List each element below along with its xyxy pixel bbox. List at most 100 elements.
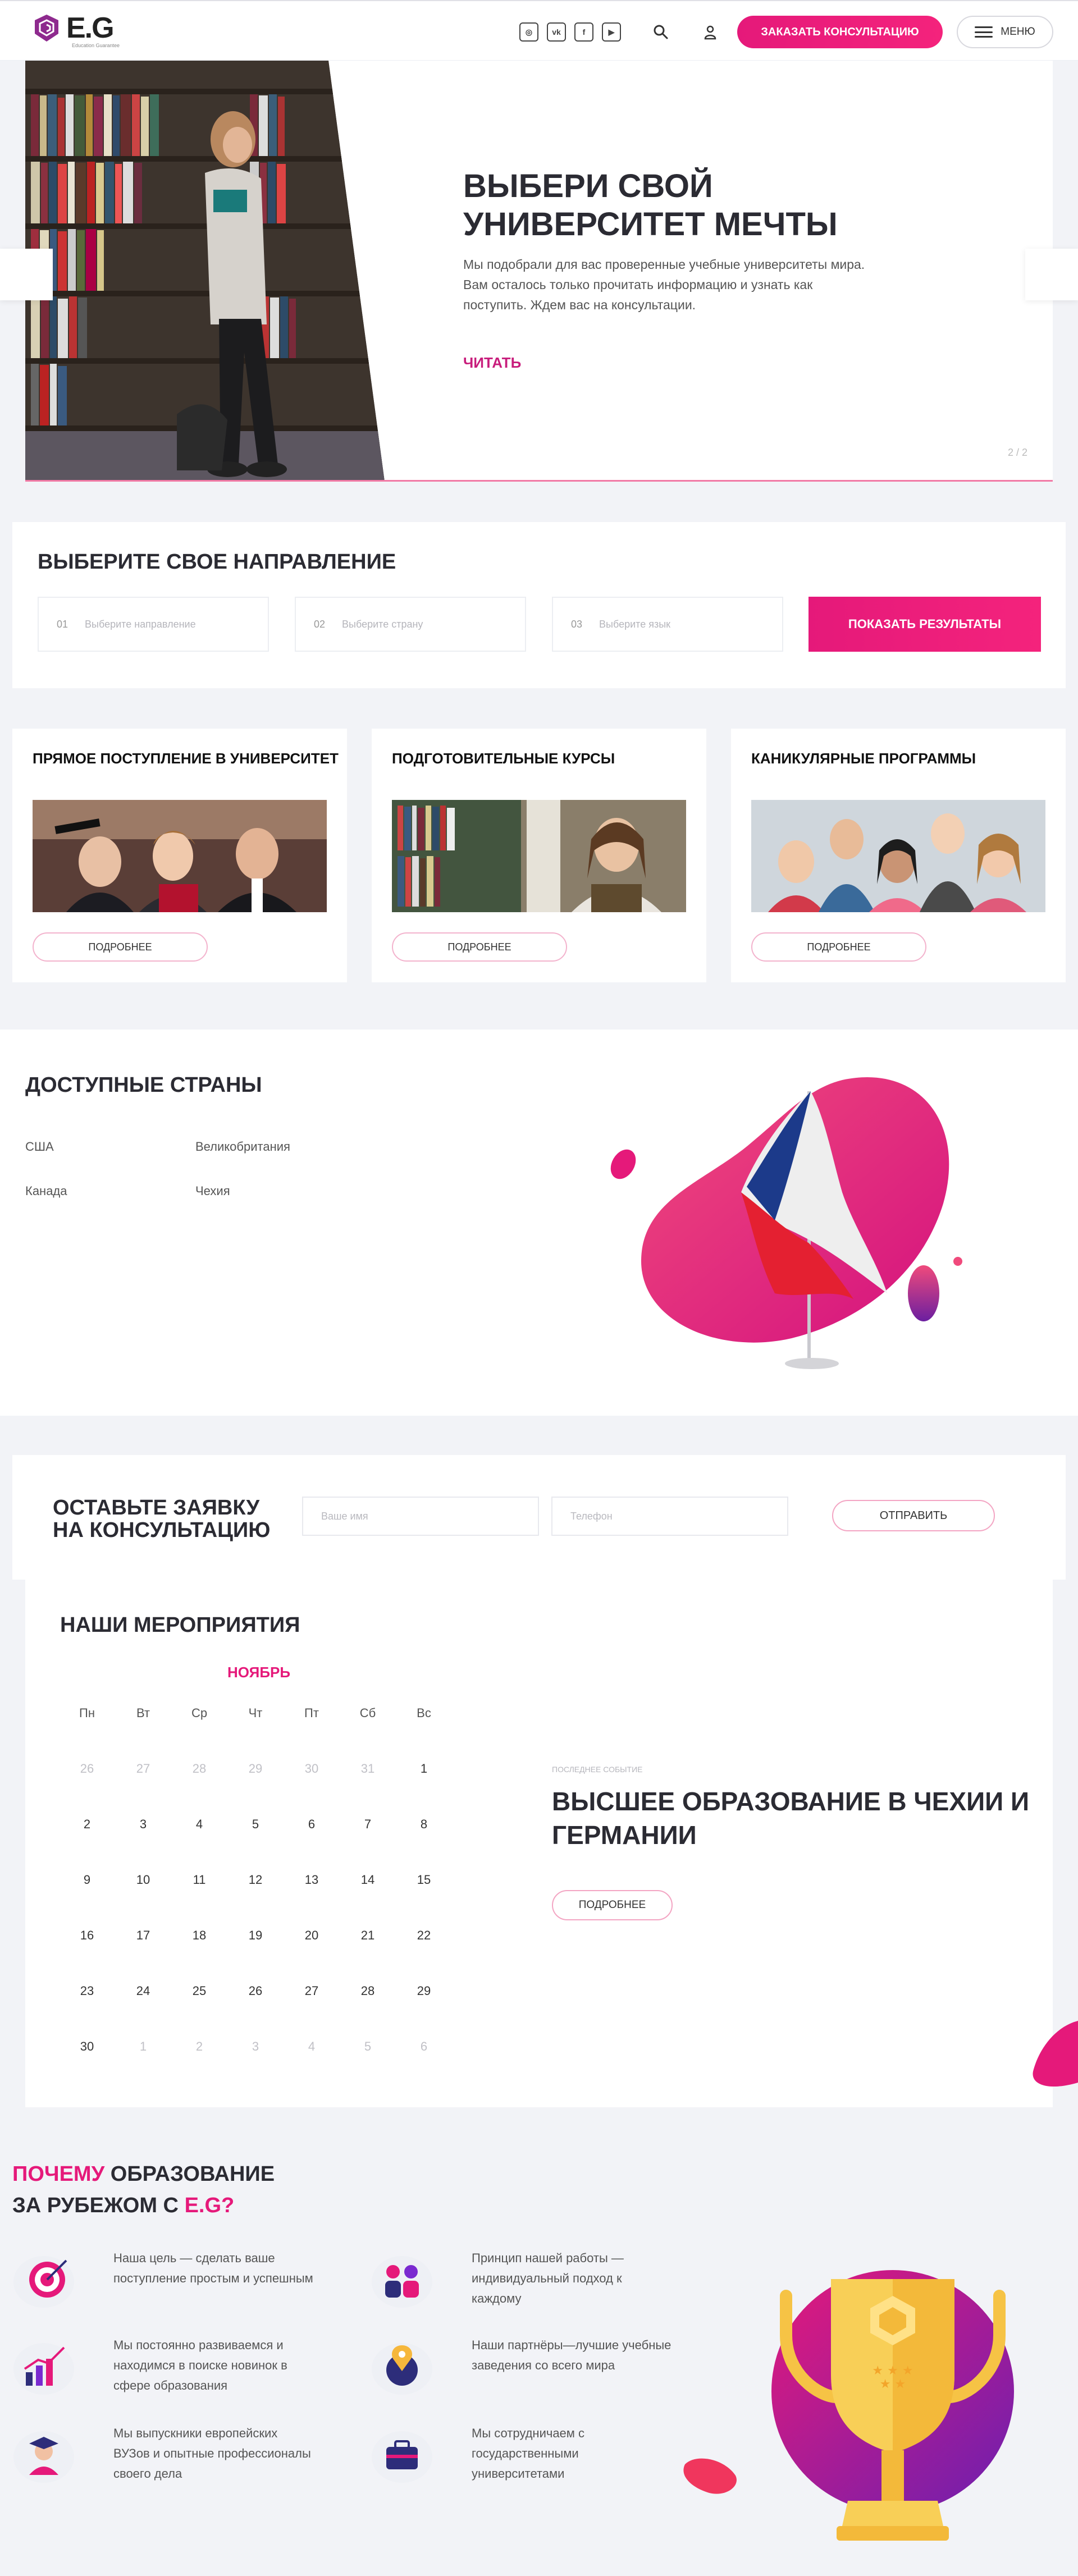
calendar-day[interactable]: 31 bbox=[340, 1756, 396, 1776]
country-select[interactable]: 02 Выберите страну bbox=[295, 597, 526, 652]
weekday: Вс bbox=[417, 1706, 431, 1720]
calendar-day[interactable]: 16 bbox=[59, 1923, 115, 1943]
country-link-usa[interactable]: США bbox=[25, 1140, 54, 1154]
hero-title-line2: УНИВЕРСИТЕТ МЕЧТЫ bbox=[463, 206, 838, 242]
calendar-week: 16 17 18 19 20 21 22 bbox=[59, 1923, 452, 1978]
calendar-week: 23 24 25 26 27 28 29 bbox=[59, 1978, 452, 2034]
slider-next-button[interactable] bbox=[1025, 249, 1078, 300]
svg-text:★ ★ ★: ★ ★ ★ bbox=[872, 2364, 913, 2378]
instagram-icon[interactable]: ◎ bbox=[519, 22, 538, 42]
calendar-day[interactable]: 29 bbox=[227, 1756, 284, 1776]
country-link-czech[interactable]: Чехия bbox=[195, 1184, 230, 1198]
logo-tagline: Education Guarantee bbox=[72, 43, 120, 48]
calendar-day[interactable]: 1 bbox=[115, 2034, 171, 2054]
menu-button[interactable]: МЕНЮ bbox=[957, 16, 1053, 48]
calendar-day[interactable]: 24 bbox=[115, 1978, 171, 1998]
logo[interactable]: E.G bbox=[33, 13, 115, 43]
hamburger-icon bbox=[975, 26, 993, 38]
calendar-day[interactable]: 3 bbox=[115, 1811, 171, 1832]
consultation-request-form: ОСТАВЬТЕ ЗАЯВКУ НА КОНСУЛЬТАЦИЮ Ваше имя… bbox=[12, 1455, 1066, 1580]
calendar-day[interactable]: 5 bbox=[340, 2034, 396, 2054]
calendar-day[interactable]: 7 bbox=[340, 1811, 396, 1832]
calendar-day[interactable]: 9 bbox=[59, 1867, 115, 1887]
why-text: Мы постоянно развиваемся и находимся в п… bbox=[113, 2338, 287, 2392]
calendar-day[interactable]: 27 bbox=[115, 1756, 171, 1776]
site-header: E.G Education Guarantee ◎ vk f ▶ ЗАКАЗАТ… bbox=[0, 0, 1078, 61]
why-title-text: ЗА РУБЕЖОМ С bbox=[12, 2194, 185, 2217]
calendar-day[interactable]: 19 bbox=[227, 1923, 284, 1943]
phone-input[interactable]: Телефон bbox=[551, 1497, 788, 1536]
calendar-day[interactable]: 20 bbox=[284, 1923, 340, 1943]
more-button[interactable]: ПОДРОБНЕЕ bbox=[392, 932, 567, 962]
logo-shield-icon bbox=[35, 15, 58, 42]
calendar-day[interactable]: 26 bbox=[227, 1978, 284, 1998]
calendar-day[interactable]: 29 bbox=[396, 1978, 452, 1998]
read-more-link[interactable]: ЧИТАТЬ bbox=[463, 354, 521, 372]
calendar-day[interactable]: 30 bbox=[59, 2034, 115, 2054]
calendar-day[interactable]: 3 bbox=[227, 2034, 284, 2054]
country-link-canada[interactable]: Канада bbox=[25, 1184, 67, 1198]
show-results-button[interactable]: ПОКАЗАТЬ РЕЗУЛЬТАТЫ bbox=[808, 597, 1041, 652]
weekday: Пт bbox=[304, 1706, 319, 1720]
calendar-day[interactable]: 2 bbox=[59, 1811, 115, 1832]
calendar-day[interactable]: 6 bbox=[284, 1811, 340, 1832]
calendar-day[interactable]: 26 bbox=[59, 1756, 115, 1776]
program-card: ПОДГОТОВИТЕЛЬНЫЕ КУРСЫ ПОДРОБНЕЕ bbox=[372, 729, 706, 982]
growth-chart-icon bbox=[13, 2343, 74, 2395]
more-button[interactable]: ПОДРОБНЕЕ bbox=[751, 932, 926, 962]
search-icon[interactable] bbox=[652, 24, 669, 40]
calendar-day[interactable]: 6 bbox=[396, 2034, 452, 2054]
calendar-day[interactable]: 14 bbox=[340, 1867, 396, 1887]
calendar-day[interactable]: 1 bbox=[396, 1756, 452, 1776]
why-title: ПОЧЕМУ ОБРАЗОВАНИЕ ЗА РУБЕЖОМ С E.G? bbox=[12, 2158, 275, 2221]
direction-select[interactable]: 01 Выберите направление bbox=[38, 597, 269, 652]
decor-blob bbox=[1033, 2021, 1078, 2087]
graduates-photo bbox=[33, 800, 327, 912]
country-link-uk[interactable]: Великобритания bbox=[195, 1140, 290, 1154]
event-more-button[interactable]: ПОДРОБНЕЕ bbox=[552, 1890, 673, 1920]
bookshelf-illustration bbox=[25, 61, 385, 480]
calendar-day[interactable]: 27 bbox=[284, 1978, 340, 1998]
calendar-day[interactable]: 25 bbox=[171, 1978, 227, 1998]
calendar-day[interactable]: 10 bbox=[115, 1867, 171, 1887]
calendar-day[interactable]: 28 bbox=[171, 1756, 227, 1776]
calendar-day[interactable]: 13 bbox=[284, 1867, 340, 1887]
facebook-icon[interactable]: f bbox=[574, 22, 593, 42]
program-title: КАНИКУЛЯРНЫЕ ПРОГРАММЫ bbox=[751, 750, 976, 767]
calendar-day[interactable]: 28 bbox=[340, 1978, 396, 1998]
last-event-tag: ПОСЛЕДНЕЕ СОБЫТИЕ bbox=[552, 1765, 643, 1774]
program-card: КАНИКУЛЯРНЫЕ ПРОГРАММЫ ПОДРОБНЕЕ bbox=[731, 729, 1066, 982]
slide-counter-total: / 2 bbox=[1016, 447, 1028, 458]
calendar-day[interactable]: 5 bbox=[227, 1811, 284, 1832]
weekday: Ср bbox=[191, 1706, 208, 1720]
name-input[interactable]: Ваше имя bbox=[302, 1497, 539, 1536]
calendar-day[interactable]: 2 bbox=[171, 2034, 227, 2054]
why-text: Мы выпускники европейских ВУЗов и опытны… bbox=[113, 2426, 311, 2481]
language-select[interactable]: 03 Выберите язык bbox=[552, 597, 783, 652]
youtube-icon[interactable]: ▶ bbox=[602, 22, 621, 42]
calendar-day[interactable]: 21 bbox=[340, 1923, 396, 1943]
calendar-day[interactable]: 15 bbox=[396, 1867, 452, 1887]
calendar-day[interactable]: 4 bbox=[171, 1811, 227, 1832]
vk-icon[interactable]: vk bbox=[547, 22, 566, 42]
order-consultation-button[interactable]: ЗАКАЗАТЬ КОНСУЛЬТАЦИЮ bbox=[737, 16, 943, 48]
more-button[interactable]: ПОДРОБНЕЕ bbox=[33, 932, 208, 962]
calendar-day[interactable]: 12 bbox=[227, 1867, 284, 1887]
slider-prev-button[interactable] bbox=[0, 249, 53, 300]
submit-button[interactable]: ОТПРАВИТЬ bbox=[832, 1500, 995, 1531]
calendar-day[interactable]: 8 bbox=[396, 1811, 452, 1832]
calendar-day[interactable]: 22 bbox=[396, 1923, 452, 1943]
calendar-day[interactable]: 17 bbox=[115, 1923, 171, 1943]
user-icon[interactable] bbox=[702, 24, 719, 40]
calendar-day[interactable]: 30 bbox=[284, 1756, 340, 1776]
calendar-day[interactable]: 18 bbox=[171, 1923, 227, 1943]
field-placeholder: Выберите язык bbox=[599, 618, 671, 630]
calendar-day[interactable]: 11 bbox=[171, 1867, 227, 1887]
students-group-photo bbox=[751, 800, 1045, 912]
calendar-day[interactable]: 4 bbox=[284, 2034, 340, 2054]
why-text: Мы сотрудничаем с государственными униве… bbox=[472, 2426, 585, 2481]
slide-counter: 2 / 2 bbox=[1008, 447, 1027, 459]
calendar-day[interactable]: 23 bbox=[59, 1978, 115, 1998]
last-event-title: ВЫСШЕЕ ОБРАЗОВАНИЕ В ЧЕХИИ И ГЕРМАНИИ bbox=[552, 1787, 1030, 1850]
flag-illustration bbox=[610, 1077, 962, 1369]
